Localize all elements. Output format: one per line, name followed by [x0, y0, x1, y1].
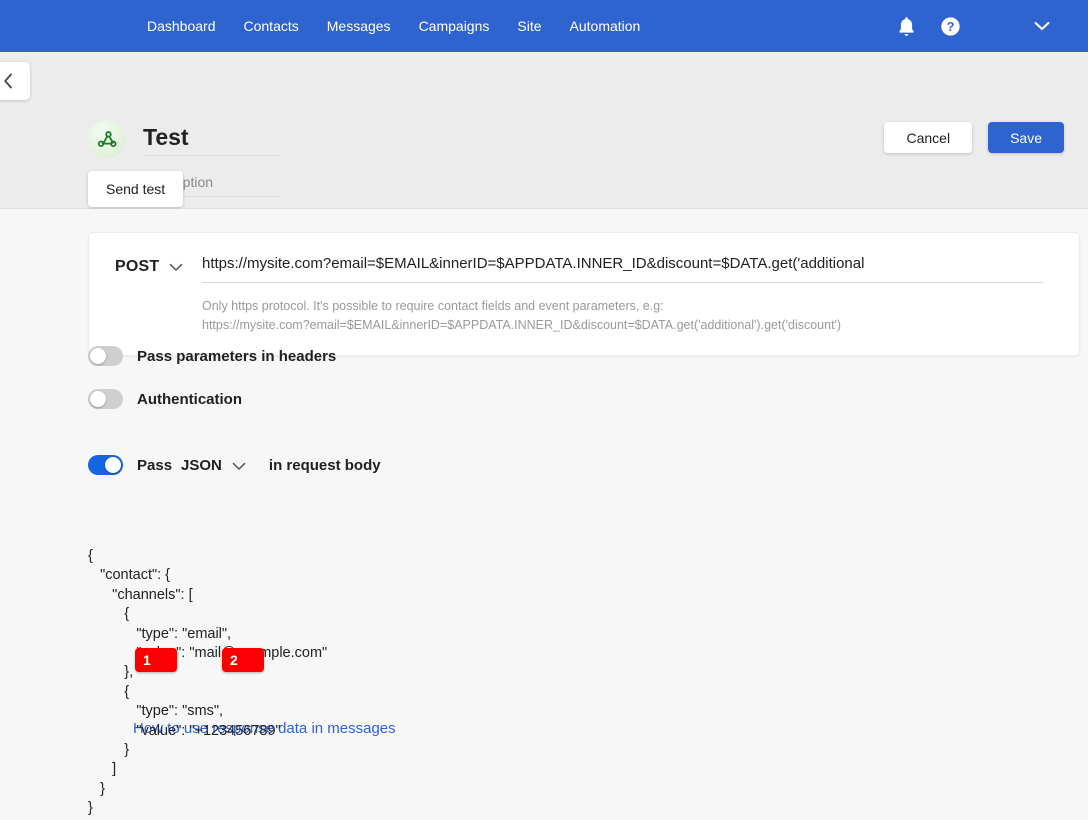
nav-right-controls: ?	[888, 0, 1088, 52]
url-hint-line-2: https://mysite.com?email=$EMAIL&innerID=…	[202, 318, 842, 332]
http-method-select[interactable]: POST	[89, 255, 202, 335]
toggle-knob	[90, 391, 106, 407]
top-navigation-bar: Dashboard Contacts Messages Campaigns Si…	[0, 0, 1088, 52]
back-chevron-icon	[3, 73, 14, 89]
pass-headers-label: Pass parameters in headers	[137, 347, 337, 365]
url-column: Only https protocol. It's possible to re…	[202, 255, 1079, 335]
save-button[interactable]: Save	[988, 122, 1064, 153]
request-body-toggle[interactable]	[88, 455, 123, 475]
cancel-button[interactable]: Cancel	[884, 122, 973, 153]
toggle-knob	[90, 348, 106, 364]
page-subheader: Test Description Send test Cancel Save	[0, 52, 1088, 209]
svg-text:?: ?	[946, 19, 954, 34]
chevron-down-icon	[169, 258, 183, 272]
main-content: POST Only https protocol. It's possible …	[0, 209, 1088, 820]
chevron-down-icon	[232, 459, 246, 471]
http-method-value: POST	[115, 258, 160, 275]
body-suffix-label: in request body	[268, 456, 381, 474]
body-format-value: JSON	[181, 456, 222, 474]
help-circle-icon[interactable]: ?	[932, 8, 968, 44]
pass-headers-row: Pass parameters in headers	[88, 346, 336, 366]
header-actions: Cancel Save	[884, 122, 1064, 153]
annotation-badge-2: 2	[222, 648, 264, 672]
chevron-down-icon[interactable]	[1024, 8, 1060, 44]
nav-item-site[interactable]: Site	[517, 19, 541, 33]
pass-headers-toggle[interactable]	[88, 346, 123, 366]
authentication-row: Authentication	[88, 389, 242, 409]
request-body-editor[interactable]: { "contact": { "channels": [ { "type": "…	[88, 547, 327, 819]
send-test-button[interactable]: Send test	[88, 171, 184, 207]
authentication-toggle[interactable]	[88, 389, 123, 409]
body-prefix-label: Pass	[137, 456, 173, 474]
nav-item-automation[interactable]: Automation	[570, 19, 641, 33]
nav-item-dashboard[interactable]: Dashboard	[147, 19, 216, 33]
bell-icon[interactable]	[888, 8, 924, 44]
nav-item-contacts[interactable]: Contacts	[244, 19, 299, 33]
back-button[interactable]	[0, 62, 30, 100]
page-title[interactable]: Test	[143, 122, 279, 156]
nav-item-messages[interactable]: Messages	[327, 19, 391, 33]
request-body-row: Pass JSON in request body	[88, 455, 381, 475]
webhook-icon	[88, 120, 126, 158]
primary-nav: Dashboard Contacts Messages Campaigns Si…	[147, 19, 640, 33]
request-body-inline: Pass JSON in request body	[137, 457, 381, 474]
toggle-knob	[105, 457, 121, 473]
request-url-card: POST Only https protocol. It's possible …	[88, 232, 1080, 356]
nav-item-campaigns[interactable]: Campaigns	[419, 19, 490, 33]
authentication-label: Authentication	[137, 390, 242, 408]
annotation-badge-1: 1	[135, 648, 177, 672]
request-url-input[interactable]	[202, 255, 1043, 283]
url-hint-line-1: Only https protocol. It's possible to re…	[202, 299, 664, 313]
url-hint: Only https protocol. It's possible to re…	[202, 297, 1043, 335]
body-format-select[interactable]: JSON	[181, 457, 246, 474]
